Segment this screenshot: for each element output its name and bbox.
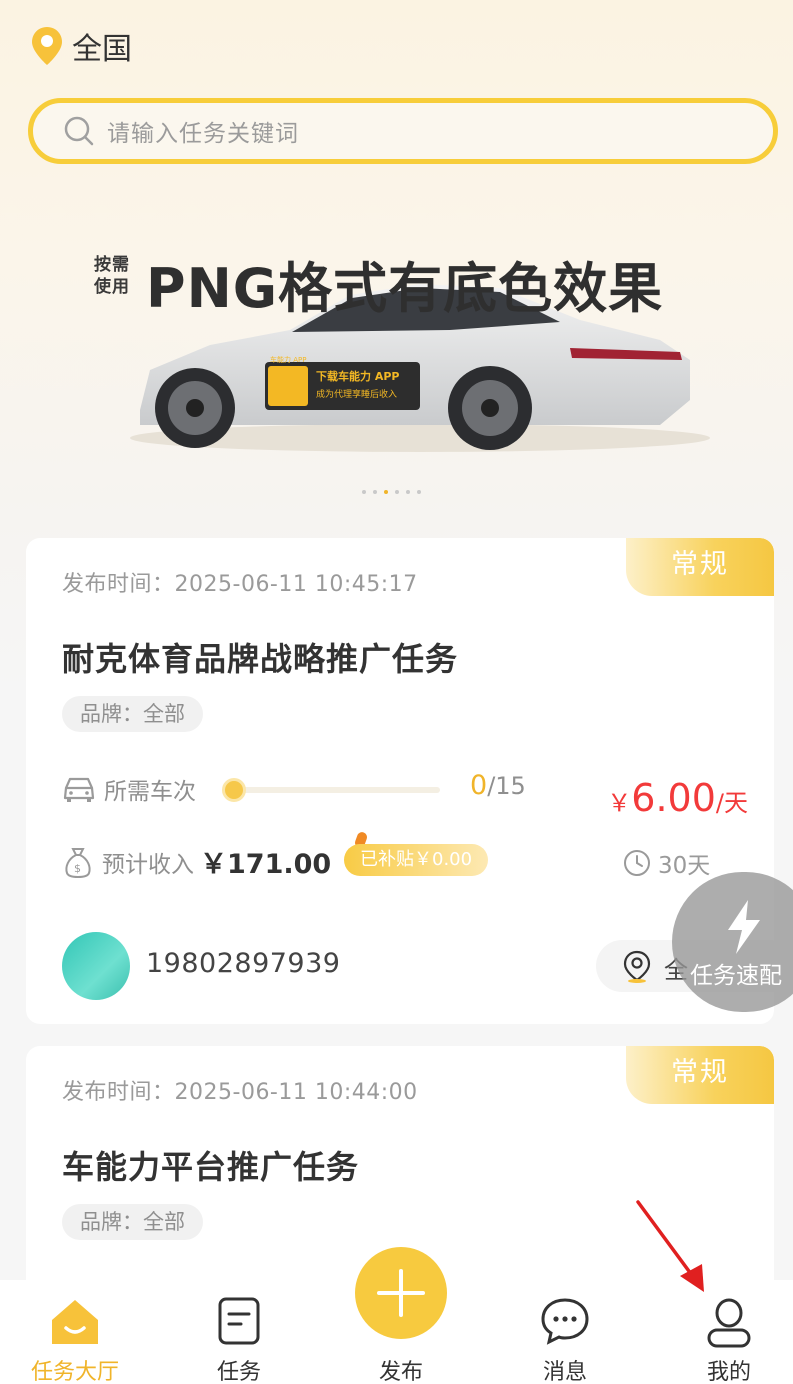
task-card[interactable]: 常规 发布时间：2025-06-11 10:45:17 耐克体育品牌战略推广任务… — [26, 538, 774, 1024]
publish-time-value: 2025-06-11 10:44:00 — [174, 1080, 418, 1105]
carousel-dot[interactable] — [417, 490, 421, 494]
publish-time: 发布时间：2025-06-11 10:45:17 — [62, 566, 418, 598]
svg-text:$: $ — [74, 862, 81, 875]
publish-time-value: 2025-06-11 10:45:17 — [174, 572, 418, 597]
money-bag-icon: $ — [65, 847, 91, 878]
chat-icon — [541, 1298, 589, 1345]
progress-thumb — [222, 778, 246, 802]
location-label: 全国 — [72, 32, 132, 67]
task-type-badge: 常规 — [626, 538, 774, 596]
home-icon — [52, 1300, 98, 1344]
search-bar[interactable]: 请输入任务关键词 — [28, 98, 778, 164]
daily-price: ￥6.00/天 — [607, 776, 748, 820]
carousel-dot-active[interactable] — [384, 490, 388, 494]
sticker-brand: 车能力 APP — [270, 355, 306, 364]
price-symbol: ￥ — [607, 789, 632, 817]
tab-label: 我的 — [706, 1360, 751, 1384]
banner-tag-line2: 使用 — [94, 277, 130, 297]
duration-value: 30天 — [658, 853, 711, 879]
task-title: 耐克体育品牌战略推广任务 — [62, 640, 459, 678]
tab-label: 发布 — [378, 1360, 423, 1384]
publish-plus-button[interactable] — [355, 1247, 447, 1339]
car-icon — [63, 777, 95, 802]
income-row: $ 预计收入 ￥171.00 — [62, 842, 331, 881]
promo-banner[interactable]: 下载车能力 APP 成为代理享睡后收入 车能力 APP — [0, 180, 793, 510]
search-icon — [64, 116, 94, 146]
carousel-indicator — [362, 490, 421, 494]
income-value: ￥171.00 — [200, 849, 332, 880]
brand-chip: 品牌：全部 — [62, 1204, 203, 1240]
annotation-arrow — [636, 1200, 704, 1292]
car-illustration: 下载车能力 APP 成为代理享睡后收入 车能力 APP — [130, 284, 710, 452]
tab-label: 任务 — [216, 1360, 261, 1384]
clock-icon — [624, 850, 650, 876]
vehicle-count: 0/15 — [470, 770, 526, 801]
subsidy-badge: 已补贴￥0.00 — [344, 844, 489, 876]
quick-match-label: 任务速配 — [690, 963, 782, 989]
vehicle-total: /15 — [487, 772, 526, 800]
carousel-dot[interactable] — [362, 490, 366, 494]
sticker-line1: 下载车能力 APP — [316, 369, 399, 383]
publish-time-label: 发布时间： — [62, 572, 175, 597]
carousel-dot[interactable] — [373, 490, 377, 494]
task-type-badge: 常规 — [626, 1046, 774, 1104]
tab-label: 任务大厅 — [30, 1360, 119, 1384]
vehicle-row: 所需车次 — [62, 772, 196, 806]
search-input[interactable]: 请输入任务关键词 — [107, 114, 299, 148]
price-unit: /天 — [715, 789, 748, 817]
price-value: 6.00 — [631, 776, 716, 820]
publisher-avatar[interactable] — [62, 932, 130, 1000]
location-selector[interactable]: 全国 — [30, 24, 132, 68]
carousel-dot[interactable] — [395, 490, 399, 494]
income-label: 预计收入 — [102, 851, 194, 878]
vehicle-progress — [222, 777, 444, 803]
document-icon — [218, 1297, 260, 1345]
tab-label: 消息 — [542, 1360, 587, 1384]
user-icon — [707, 1298, 751, 1348]
location-pin-icon — [32, 27, 62, 65]
publish-time-label: 发布时间： — [62, 1080, 175, 1105]
location-pin-icon — [623, 950, 651, 983]
banner-tag: 按需 使用 — [94, 254, 130, 298]
sticker-line2: 成为代理享睡后收入 — [316, 388, 397, 400]
publisher-phone: 19802897939 — [146, 948, 341, 979]
carousel-dot[interactable] — [406, 490, 410, 494]
publish-time: 发布时间：2025-06-11 10:44:00 — [62, 1074, 418, 1106]
lightning-icon — [728, 900, 760, 954]
banner-tag-line1: 按需 — [94, 255, 130, 275]
duration: 30天 — [622, 846, 710, 880]
task-title: 车能力平台推广任务 — [62, 1148, 360, 1186]
vehicle-done: 0 — [470, 770, 488, 801]
vehicle-label: 所需车次 — [104, 779, 196, 805]
brand-chip: 品牌：全部 — [62, 696, 203, 732]
progress-track — [234, 787, 440, 793]
banner-title: PNG格式有底色效果 — [146, 257, 664, 320]
